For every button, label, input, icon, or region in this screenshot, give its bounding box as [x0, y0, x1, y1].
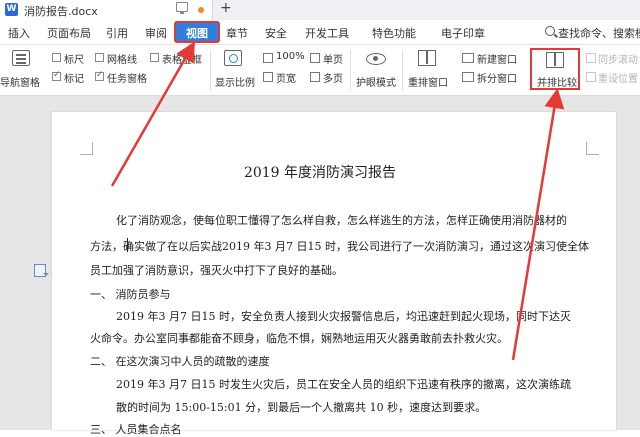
arrow-to-compare-button	[511, 88, 565, 361]
annotation-arrows	[110, 41, 565, 361]
arrow-to-view-tab	[110, 41, 195, 187]
